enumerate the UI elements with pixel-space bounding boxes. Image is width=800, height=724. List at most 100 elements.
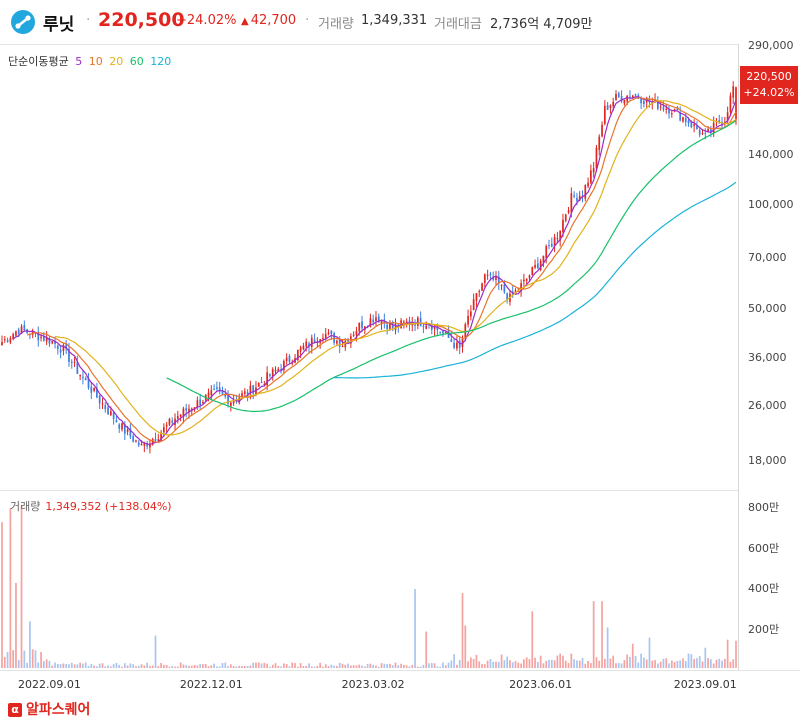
- candle-body: [729, 95, 732, 112]
- candle-body: [682, 117, 684, 122]
- volume-bar: [411, 664, 414, 668]
- candle-body: [643, 101, 645, 105]
- volume-bar: [1, 522, 3, 668]
- volume-bar: [109, 666, 112, 668]
- candle-body: [341, 346, 344, 348]
- volume-bar: [255, 662, 257, 668]
- volume-bar: [31, 649, 34, 668]
- volume-bar: [386, 664, 389, 668]
- volume-bar: [29, 621, 31, 668]
- volume-bar: [112, 664, 115, 668]
- candle-body: [665, 108, 668, 110]
- candle-body: [179, 414, 182, 417]
- candle-body: [626, 95, 629, 102]
- candle-body: [82, 376, 84, 378]
- candle-body: [592, 168, 595, 173]
- candle-body: [414, 324, 416, 326]
- volume-bar: [160, 662, 162, 668]
- volume-bar: [548, 659, 550, 668]
- volume-bar: [291, 662, 294, 668]
- candle-body: [422, 326, 425, 328]
- volume-bar: [514, 661, 517, 668]
- volume-bar: [135, 666, 137, 668]
- volume-bar: [673, 661, 676, 668]
- volume-bar: [735, 640, 737, 668]
- candle-body: [545, 246, 548, 258]
- volume-bar: [511, 662, 514, 668]
- volume-bar: [483, 664, 486, 668]
- volume-bar: [375, 665, 377, 668]
- volume-bar: [45, 659, 48, 668]
- volume-bar: [68, 664, 70, 668]
- volume-bar: [486, 660, 489, 668]
- volume-bar: [76, 664, 79, 668]
- brand-name: 알파스퀘어: [26, 702, 91, 718]
- price-axis-tick: 26,000: [748, 399, 787, 413]
- volume-bar: [344, 664, 347, 668]
- candle-body: [475, 293, 478, 301]
- volume-bar: [447, 662, 450, 668]
- volume-bar: [439, 666, 442, 668]
- volume-bar: [500, 654, 503, 668]
- volume-bar: [252, 662, 255, 668]
- volume-bar: [489, 659, 492, 668]
- volume-bar: [534, 657, 536, 668]
- ma-line-20: [54, 100, 737, 436]
- candle-body: [570, 193, 573, 213]
- volume-bar: [207, 666, 210, 668]
- volume-bar: [316, 665, 319, 668]
- price-axis-tick: 70,000: [748, 251, 787, 265]
- candle-body: [101, 403, 104, 405]
- volume-bar: [115, 662, 118, 668]
- price-axis-tick: 50,000: [748, 301, 787, 315]
- candle-body: [23, 325, 26, 331]
- candle-body: [503, 284, 506, 293]
- candle-body: [216, 387, 218, 389]
- date-axis-tick: 2022.12.01: [179, 678, 243, 691]
- candle-body: [163, 427, 165, 433]
- candle-body: [548, 245, 550, 247]
- volume-bar: [721, 660, 723, 668]
- volume-bar: [235, 666, 238, 668]
- candle-body: [333, 333, 335, 343]
- volume-bar: [151, 665, 154, 668]
- ma-line-60: [166, 120, 737, 413]
- candle-body: [590, 170, 592, 183]
- volume-bar: [712, 663, 715, 668]
- volume-bar: [327, 666, 330, 668]
- volume-bar: [366, 663, 369, 668]
- candle-body: [73, 361, 76, 363]
- volume-bar: [358, 664, 361, 668]
- volume-bar: [394, 662, 397, 668]
- volume-bar: [218, 666, 221, 668]
- candle-body: [693, 124, 695, 126]
- candle-body: [213, 388, 215, 390]
- candle-body: [299, 347, 302, 352]
- volume-bar: [132, 664, 135, 668]
- volume-bar: [84, 662, 87, 668]
- volume-bar: [464, 625, 467, 668]
- candle-body: [732, 86, 735, 98]
- candle-body: [453, 342, 455, 348]
- volume-bar: [617, 662, 620, 668]
- volume-bar: [645, 659, 648, 668]
- volume-bar: [93, 665, 95, 668]
- candle-body: [659, 106, 662, 108]
- volume-bar: [433, 663, 436, 668]
- volume-bar: [324, 664, 327, 668]
- volume-bar: [595, 657, 598, 668]
- candle-body: [199, 399, 202, 406]
- volume-bar: [216, 666, 218, 668]
- volume-bar: [302, 665, 305, 668]
- brand-logo[interactable]: α 알파스퀘어: [8, 699, 90, 719]
- price-chart[interactable]: [0, 0, 800, 724]
- volume-bar: [416, 666, 419, 668]
- volume-bar: [693, 659, 695, 668]
- candle-body: [260, 382, 263, 384]
- volume-bar: [70, 662, 73, 668]
- volume-bar: [701, 661, 704, 668]
- volume-bar: [553, 660, 556, 668]
- candle-body: [118, 424, 121, 429]
- candle-body: [207, 392, 210, 397]
- volume-bar: [299, 663, 302, 668]
